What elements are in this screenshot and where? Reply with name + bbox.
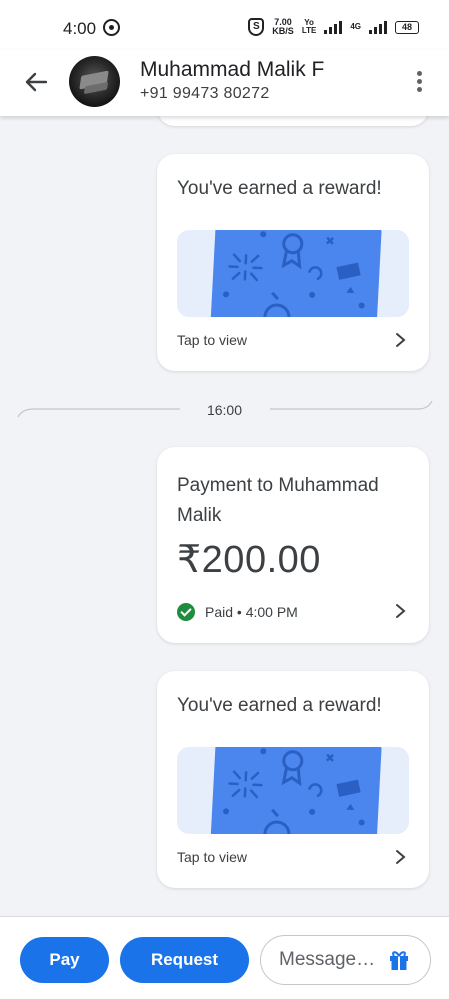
payment-title: Payment to Muhammad Malik: [177, 475, 379, 526]
reward-ticket-graphic: [210, 747, 382, 834]
reward-title: You've earned a reward!: [177, 178, 382, 199]
volte-bottom-label: LTE: [301, 26, 317, 35]
chevron-right-icon: [396, 850, 406, 864]
arrow-back-icon: [25, 72, 48, 92]
back-button[interactable]: [20, 66, 52, 98]
signal-strength-icon: [324, 20, 343, 34]
request-button[interactable]: Request: [120, 937, 249, 983]
security-shield-icon: S: [248, 18, 265, 36]
more-options-button[interactable]: [409, 68, 429, 98]
more-vert-icon: [416, 71, 422, 76]
reward-card[interactable]: You've earned a reward! Tap to view: [157, 671, 429, 888]
chevron-right-icon: [396, 333, 406, 347]
network-speed-unit: KB/S: [272, 26, 294, 36]
gift-icon[interactable]: [388, 949, 410, 971]
network-speed: 7.00 KB/S: [272, 18, 294, 36]
reward-title: You've earned a reward!: [177, 695, 382, 716]
reward-pattern-icon: [223, 748, 365, 834]
reward-pattern-icon: [223, 231, 365, 317]
reward-card[interactable]: You've earned a reward! Tap to view: [157, 154, 429, 371]
whatsapp-notification-icon: [103, 19, 120, 36]
status-icons: S 7.00 KB/S Yo LTE 4G 48: [248, 18, 419, 36]
payment-amount: ₹200.00: [177, 539, 321, 581]
status-bar: 4:00 S 7.00 KB/S Yo LTE 4G 48: [0, 0, 449, 50]
time-separator-label: 16:00: [206, 402, 243, 418]
volte-icon: Yo LTE: [302, 19, 317, 35]
signal-strength-2-icon: [369, 20, 387, 34]
time-separator: 16:00: [0, 395, 449, 425]
reward-ticket-graphic: [210, 230, 382, 317]
reward-scratch-card-image: [177, 230, 409, 317]
payment-status-row: Paid • 4:00 PM: [177, 602, 298, 622]
reward-scratch-card-image: [177, 747, 409, 834]
chevron-right-icon: [396, 604, 406, 618]
contact-name[interactable]: Muhammad Malik F: [140, 58, 324, 82]
network-type-label: 4G: [350, 22, 361, 31]
tap-to-view-label: Tap to view: [177, 849, 248, 865]
check-circle-icon: [177, 603, 195, 621]
status-time: 4:00: [63, 19, 97, 38]
contact-phone: +91 99473 80272: [140, 85, 270, 102]
battery-icon: 48: [395, 20, 419, 34]
compose-bar: Pay Request: [0, 916, 449, 999]
pay-button[interactable]: Pay: [20, 937, 109, 983]
payment-card[interactable]: Payment to Muhammad Malik ₹200.00 Paid •…: [157, 447, 429, 643]
payment-status: Paid • 4:00 PM: [205, 604, 298, 620]
contact-avatar[interactable]: [69, 56, 120, 107]
conversation-header: Muhammad Malik F +91 99473 80272: [0, 50, 449, 116]
tap-to-view-label: Tap to view: [177, 332, 248, 348]
